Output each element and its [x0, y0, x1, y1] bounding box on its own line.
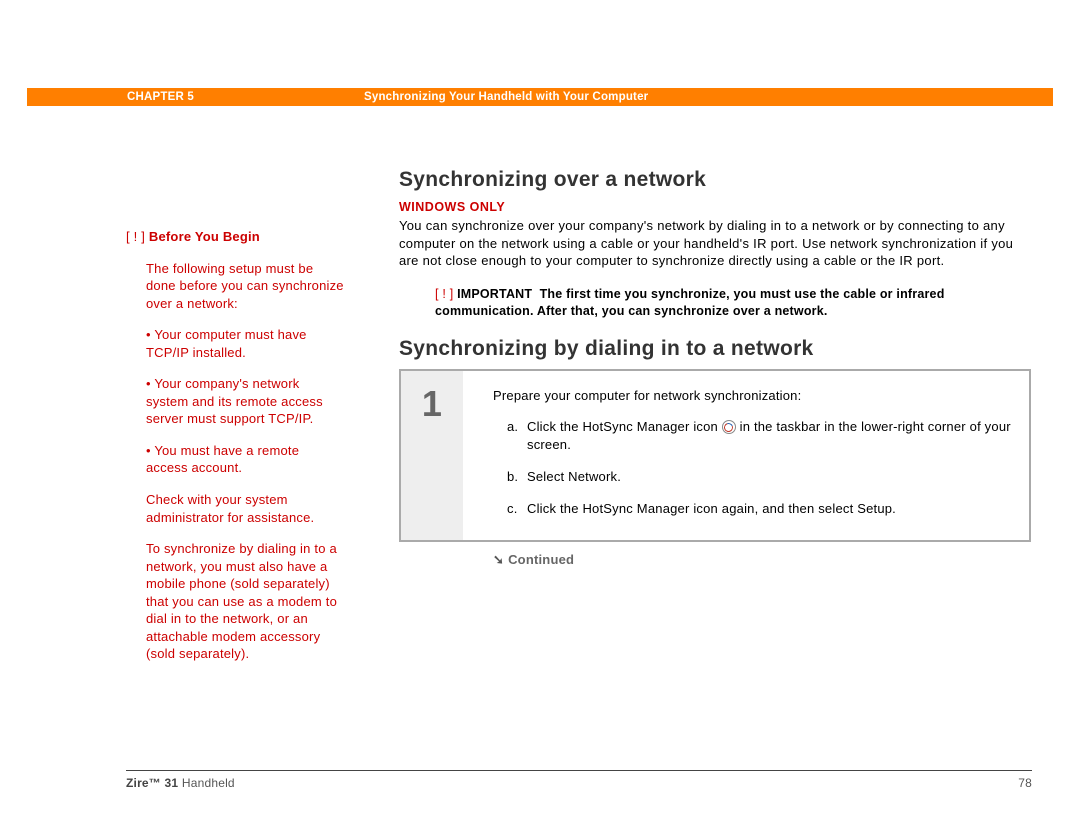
sidebar-bullet-2: • Your company's network system and its …	[126, 375, 344, 428]
chapter-header: CHAPTER 5 Synchronizing Your Handheld wi…	[27, 88, 1053, 106]
chapter-title: Synchronizing Your Handheld with Your Co…	[194, 91, 648, 103]
section-heading: Synchronizing over a network	[399, 168, 1031, 192]
alert-bracket: [ ! ]	[126, 229, 145, 244]
step-a-text: Click the HotSync Manager icon in the ta…	[527, 418, 1011, 454]
windows-only-label: WINDOWS ONLY	[399, 200, 1031, 214]
sidebar-check-admin: Check with your system administrator for…	[126, 491, 344, 526]
hotsync-icon	[722, 420, 736, 434]
product-name: Zire™ 31 Handheld	[126, 776, 235, 790]
footer-rule	[126, 770, 1032, 771]
step-box: 1 Prepare your computer for network sync…	[399, 369, 1031, 542]
sidebar-dialing-note: To synchronize by dialing in to a networ…	[126, 540, 344, 663]
important-bracket: [ ! ]	[435, 287, 453, 301]
chapter-number: CHAPTER 5	[27, 91, 194, 103]
important-label: IMPORTANT	[457, 287, 532, 301]
sidebar-bullet-1: • Your computer must have TCP/IP install…	[126, 326, 344, 361]
step-b-text: Select Network.	[527, 468, 1011, 486]
continued-indicator: ➘Continued	[399, 552, 1031, 568]
step-a-label: a.	[507, 418, 527, 454]
before-you-begin-heading: Before You Begin	[149, 229, 260, 244]
main-content: Synchronizing over a network WINDOWS ONL…	[399, 168, 1031, 568]
continued-arrow-icon: ➘	[493, 552, 504, 568]
step-content: Prepare your computer for network synchr…	[463, 371, 1029, 540]
step-b-label: b.	[507, 468, 527, 486]
step-number-cell: 1	[401, 371, 463, 540]
page-number: 78	[1018, 776, 1032, 790]
step-c-label: c.	[507, 500, 527, 518]
sidebar-intro: The following setup must be done before …	[126, 260, 344, 313]
section-body: You can synchronize over your company's …	[399, 217, 1031, 270]
important-note: [ ! ] IMPORTANT The first time you synch…	[399, 286, 1031, 320]
before-you-begin-sidebar: [ ! ] Before You Begin The following set…	[126, 228, 344, 677]
subsection-heading: Synchronizing by dialing in to a network	[399, 337, 1031, 361]
step-intro: Prepare your computer for network synchr…	[493, 387, 1011, 405]
step-number: 1	[422, 383, 442, 425]
sidebar-bullet-3: • You must have a remote access account.	[126, 442, 344, 477]
page-footer: Zire™ 31 Handheld 78	[126, 776, 1032, 790]
step-c-text: Click the HotSync Manager icon again, an…	[527, 500, 1011, 518]
